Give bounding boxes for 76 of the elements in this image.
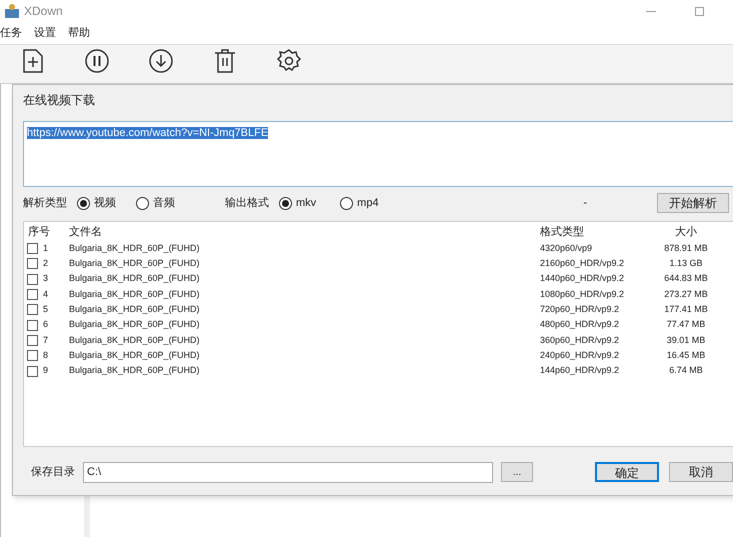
file-name-cell-text: Bulgaria_8K_HDR_60P_(FUHD) <box>69 288 201 301</box>
maximize-button[interactable] <box>695 6 704 16</box>
parse-button[interactable]: 开始解析 <box>657 193 729 213</box>
dialog-title: 在线视频下载 <box>23 92 96 109</box>
row-checkbox[interactable] <box>27 320 38 331</box>
window-title: XDown <box>24 3 63 20</box>
format-cell-text: 360p60_HDR/vp9.2 <box>539 334 620 347</box>
row-index: 3 <box>43 272 48 286</box>
cancel-button[interactable]: 取消 <box>669 462 733 482</box>
row-index: 8 <box>43 348 48 362</box>
size-cell-text: 77.47 MB <box>666 318 706 332</box>
size-cell-text: 16.45 MB <box>666 348 706 362</box>
parse-type-label: 解析类型 <box>23 196 67 211</box>
download-icon[interactable] <box>148 48 174 74</box>
menu-item[interactable]: 帮助 <box>68 24 90 42</box>
format-cell-text: 2160p60_HDR/vp9.2 <box>539 257 626 270</box>
save-dir-field[interactable]: C:\ <box>83 462 493 482</box>
url-field[interactable]: https://www.youtube.com/watch?v=NI-Jmq7BLFE <box>23 121 733 187</box>
file-name-cell-text: Bulgaria_8K_HDR_60P_(FUHD) <box>69 242 201 255</box>
radio-option[interactable]: mp4 <box>340 194 379 212</box>
radio-option[interactable]: 音频 <box>136 194 175 212</box>
row-checkbox[interactable] <box>27 334 38 346</box>
row-checkbox[interactable] <box>27 304 38 316</box>
output-format-label: 输出格式 <box>225 196 269 211</box>
browse-button[interactable]: ... <box>501 462 533 482</box>
menu-item[interactable]: 设置 <box>34 24 56 42</box>
save-dir-label: 保存目录 <box>31 464 76 480</box>
row-index: 4 <box>43 288 48 301</box>
format-cell-text: 240p60_HDR/vp9.2 <box>539 348 620 362</box>
size-cell-text: 177.41 MB <box>663 303 709 316</box>
row-index: 2 <box>43 257 48 270</box>
radio-option[interactable]: mkv <box>279 194 316 212</box>
row-index: 1 <box>43 242 48 255</box>
size-cell-text: 39.01 MB <box>666 334 706 347</box>
file-name-cell-text: Bulgaria_8K_HDR_60P_(FUHD) <box>69 257 201 270</box>
url-text: https://www.youtube.com/watch?v=NI-Jmq7BLFE <box>27 127 268 139</box>
row-checkbox[interactable] <box>27 350 38 362</box>
row-checkbox[interactable] <box>27 366 38 377</box>
format-cell-text: 1440p60_HDR/vp9.2 <box>539 272 626 286</box>
row-checkbox[interactable] <box>27 243 38 254</box>
radio-option[interactable]: 视频 <box>77 194 116 212</box>
status-text: - <box>583 196 587 211</box>
ok-button[interactable]: 确定 <box>595 462 659 482</box>
row-checkbox[interactable] <box>27 258 38 270</box>
column-header: 格式类型 <box>539 225 585 240</box>
row-index: 6 <box>43 318 48 332</box>
file-name-cell-text: Bulgaria_8K_HDR_60P_(FUHD) <box>69 364 201 378</box>
format-cell-text: 720p60_HDR/vp9.2 <box>539 303 620 316</box>
file-name-cell-text: Bulgaria_8K_HDR_60P_(FUHD) <box>69 318 201 332</box>
minimize-button[interactable] <box>646 10 656 12</box>
format-cell-text: 1080p60_HDR/vp9.2 <box>539 288 626 301</box>
file-name-cell-text: Bulgaria_8K_HDR_60P_(FUHD) <box>69 272 201 286</box>
row-index: 5 <box>43 303 48 316</box>
format-cell-text: 4320p60/vp9 <box>539 242 594 255</box>
row-checkbox[interactable] <box>27 289 38 300</box>
file-name-cell-text: Bulgaria_8K_HDR_60P_(FUHD) <box>69 303 201 316</box>
settings-icon[interactable] <box>276 48 302 74</box>
column-header: 文件名 <box>69 224 103 240</box>
row-index: 9 <box>43 364 48 378</box>
trash-icon[interactable] <box>212 48 238 74</box>
file-name-cell-text: Bulgaria_8K_HDR_60P_(FUHD) <box>69 334 201 347</box>
file-name-cell-text: Bulgaria_8K_HDR_60P_(FUHD) <box>69 348 201 362</box>
format-cell-text: 144p60_HDR/vp9.2 <box>539 364 620 378</box>
row-index: 7 <box>43 334 48 347</box>
format-cell-text: 480p60_HDR/vp9.2 <box>539 318 620 332</box>
column-header: 大小 <box>674 225 698 240</box>
row-checkbox[interactable] <box>27 274 38 285</box>
menu-item[interactable]: 任务 <box>0 24 22 42</box>
size-cell-text: 878.91 MB <box>663 242 709 255</box>
size-cell-text: 6.74 MB <box>668 364 704 378</box>
column-header: 序号 <box>27 224 51 240</box>
size-cell-text: 273.27 MB <box>663 288 709 301</box>
size-cell-text: 1.13 GB <box>668 257 704 270</box>
size-cell-text: 644.83 MB <box>663 272 709 286</box>
app-logo-icon <box>4 3 20 19</box>
pause-icon[interactable] <box>84 48 110 74</box>
